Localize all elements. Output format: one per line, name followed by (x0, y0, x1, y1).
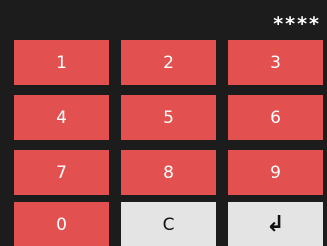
key-2[interactable]: 2 (121, 40, 216, 85)
key-6[interactable]: 6 (228, 95, 323, 140)
key-8[interactable]: 8 (121, 150, 216, 195)
key-7[interactable]: 7 (14, 150, 109, 195)
key-0[interactable]: 0 (14, 202, 109, 246)
key-5[interactable]: 5 (121, 95, 216, 140)
enter-arrow-icon: ↲ (266, 212, 285, 237)
key-3[interactable]: 3 (228, 40, 323, 85)
pin-display: **** (273, 13, 321, 35)
key-1[interactable]: 1 (14, 40, 109, 85)
key-4[interactable]: 4 (14, 95, 109, 140)
key-9[interactable]: 9 (228, 150, 323, 195)
pin-keypad: **** 1 2 3 4 5 6 7 8 9 0 C ↲ (0, 0, 327, 246)
clear-button[interactable]: C (121, 202, 216, 246)
enter-button[interactable]: ↲ (228, 202, 323, 246)
